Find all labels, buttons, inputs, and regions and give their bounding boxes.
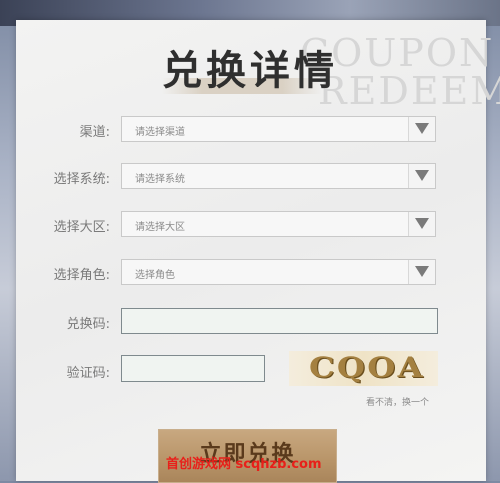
region-label: 选择大区:: [53, 220, 110, 235]
system-label: 选择系统:: [53, 172, 110, 187]
captcha-image[interactable]: CQOA: [289, 351, 438, 386]
captcha-input[interactable]: [121, 355, 265, 382]
role-label: 选择角色:: [53, 268, 110, 283]
region-dropdown-button[interactable]: [408, 212, 435, 236]
region-select-text: 请选择大区: [135, 222, 185, 233]
bg-text-redeem: REDEEM: [318, 69, 500, 113]
region-select[interactable]: 请选择大区: [121, 211, 436, 237]
redeem-code-input[interactable]: [121, 308, 438, 334]
chevron-down-icon: [415, 123, 429, 134]
role-select-text: 选择角色: [135, 270, 175, 281]
verify-label: 验证码:: [66, 366, 110, 381]
system-dropdown-button[interactable]: [408, 164, 435, 188]
chevron-down-icon: [415, 266, 429, 277]
chevron-down-icon: [415, 218, 429, 229]
chevron-down-icon: [415, 170, 429, 181]
code-label: 兑换码:: [66, 317, 110, 332]
system-select-text: 请选择系统: [135, 174, 185, 185]
channel-select-text: 请选择渠道: [135, 127, 185, 138]
captcha-refresh-link[interactable]: 看不清，换一个: [366, 395, 429, 408]
role-select[interactable]: 选择角色: [121, 259, 436, 285]
system-select[interactable]: 请选择系统: [121, 163, 436, 189]
site-watermark: 首创游戏网 scqhzb.com: [166, 457, 322, 472]
page-title: 兑换详情: [162, 47, 338, 94]
channel-select[interactable]: 请选择渠道: [121, 116, 436, 142]
channel-label: 渠道:: [79, 125, 110, 140]
captcha-text: CQOA: [309, 351, 425, 384]
role-dropdown-button[interactable]: [408, 260, 435, 284]
channel-dropdown-button[interactable]: [408, 117, 435, 141]
